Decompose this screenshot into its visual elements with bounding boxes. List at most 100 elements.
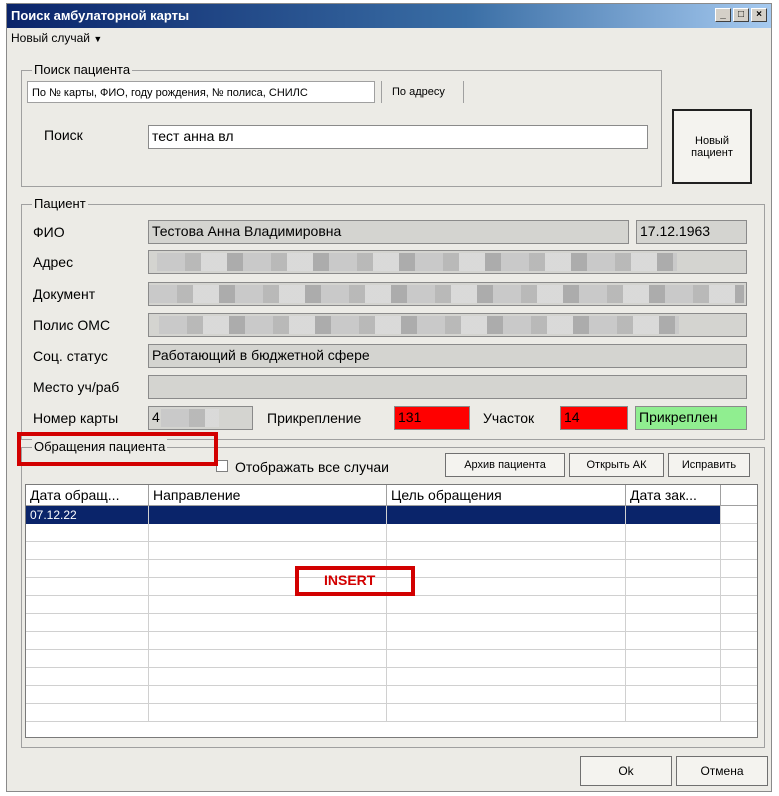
- table-cell: [149, 668, 387, 686]
- cancel-button[interactable]: Отмена: [676, 756, 768, 786]
- table-cell: [626, 614, 721, 632]
- table-cell: [626, 560, 721, 578]
- table-cell: [26, 686, 149, 704]
- search-card-dialog: Поиск амбулаторной карты _ □ × Новый слу…: [6, 3, 772, 792]
- menu-bar: Новый случай ▼: [7, 28, 771, 48]
- table-cell: [626, 704, 721, 722]
- table-cell: [26, 632, 149, 650]
- district-field: 14: [560, 406, 628, 430]
- table-cell: [721, 614, 757, 632]
- document-field: [148, 282, 747, 306]
- redacted-document: [149, 285, 744, 303]
- address-field: [148, 250, 747, 274]
- table-cell: [26, 668, 149, 686]
- ok-button[interactable]: Ok: [580, 756, 672, 786]
- table-cell: [26, 578, 149, 596]
- table-cell: [149, 506, 387, 524]
- table-cell: [721, 506, 757, 524]
- table-row[interactable]: [26, 614, 757, 632]
- patient-group-title: Пациент: [32, 196, 88, 212]
- new-patient-button[interactable]: Новый пациент: [672, 109, 752, 184]
- title-bar[interactable]: Поиск амбулаторной карты _ □ ×: [7, 4, 771, 28]
- maximize-icon[interactable]: □: [733, 8, 749, 22]
- table-row[interactable]: [26, 668, 757, 686]
- table-cell: [626, 596, 721, 614]
- table-cell: [721, 650, 757, 668]
- document-label: Документ: [33, 286, 96, 302]
- card-number-label: Номер карты: [33, 410, 119, 426]
- table-row[interactable]: [26, 650, 757, 668]
- column-header-close-date[interactable]: Дата зак...: [626, 485, 721, 505]
- table-cell: [387, 704, 626, 722]
- policy-field: [148, 313, 747, 337]
- table-cell: [721, 704, 757, 722]
- attachment-field: 131: [394, 406, 470, 430]
- column-header-goal[interactable]: Цель обращения: [387, 485, 626, 505]
- card-number-field: 4: [148, 406, 253, 430]
- table-cell: [721, 578, 757, 596]
- new-case-menu[interactable]: Новый случай ▼: [11, 31, 102, 45]
- table-cell: [387, 668, 626, 686]
- table-cell: [387, 578, 626, 596]
- minimize-icon[interactable]: _: [715, 8, 731, 22]
- table-cell: [149, 632, 387, 650]
- table-cell: [149, 524, 387, 542]
- table-cell: [26, 614, 149, 632]
- window-title: Поиск амбулаторной карты: [11, 8, 190, 23]
- tab-by-card[interactable]: По № карты, ФИО, году рождения, № полиса…: [27, 81, 375, 103]
- table-cell: [149, 542, 387, 560]
- table-cell: [149, 614, 387, 632]
- attachment-status: Прикреплен: [635, 406, 747, 430]
- column-header-direction[interactable]: Направление: [149, 485, 387, 505]
- chevron-down-icon: ▼: [93, 34, 103, 44]
- search-patient-group: Поиск пациента По № карты, ФИО, году рож…: [21, 62, 662, 187]
- column-header-date[interactable]: Дата обращ...: [26, 485, 149, 505]
- tab-separator: [381, 81, 382, 103]
- search-input[interactable]: тест анна вл: [148, 125, 648, 149]
- table-cell: [149, 650, 387, 668]
- table-cell: [387, 506, 626, 524]
- show-all-label: Отображать все случаи: [235, 459, 389, 475]
- insert-label: INSERT: [324, 572, 376, 588]
- archive-button[interactable]: Архив пациента: [445, 453, 565, 477]
- table-cell: [721, 686, 757, 704]
- visits-table: Дата обращ... Направление Цель обращения…: [25, 484, 758, 738]
- work-place-field: [148, 375, 747, 399]
- close-icon[interactable]: ×: [751, 8, 767, 22]
- table-cell: [26, 560, 149, 578]
- table-row[interactable]: [26, 632, 757, 650]
- table-cell: [626, 686, 721, 704]
- fio-label: ФИО: [33, 224, 65, 240]
- open-card-button[interactable]: Открыть АК: [569, 453, 664, 477]
- table-cell: [387, 560, 626, 578]
- table-row[interactable]: [26, 596, 757, 614]
- table-cell: [626, 668, 721, 686]
- table-cell: [626, 632, 721, 650]
- table-cell: [387, 596, 626, 614]
- table-row[interactable]: 07.12.22: [26, 506, 757, 524]
- social-status-label: Соц. статус: [33, 348, 108, 364]
- table-cell: [149, 686, 387, 704]
- table-cell: [626, 524, 721, 542]
- redacted-policy: [159, 316, 679, 334]
- table-cell: [721, 560, 757, 578]
- visits-title-highlight: [17, 432, 218, 466]
- tab-by-address[interactable]: По адресу: [388, 81, 449, 103]
- table-cell: [626, 506, 721, 524]
- table-header: Дата обращ... Направление Цель обращения…: [26, 485, 757, 506]
- search-group-title: Поиск пациента: [32, 62, 133, 78]
- table-cell: [721, 632, 757, 650]
- table-row[interactable]: [26, 542, 757, 560]
- table-cell: [387, 650, 626, 668]
- table-cell: [721, 668, 757, 686]
- social-status-field: Работающий в бюджетной сфере: [148, 344, 747, 368]
- table-row[interactable]: [26, 686, 757, 704]
- table-row[interactable]: [26, 704, 757, 722]
- redacted-card: [161, 409, 219, 427]
- table-cell: [149, 596, 387, 614]
- table-cell: [387, 542, 626, 560]
- tab-separator: [463, 81, 464, 103]
- address-label: Адрес: [33, 254, 74, 270]
- fix-button[interactable]: Исправить: [668, 453, 750, 477]
- table-row[interactable]: [26, 524, 757, 542]
